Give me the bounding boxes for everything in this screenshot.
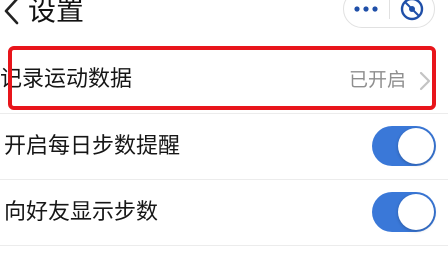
close-mini-program-button[interactable] <box>390 0 434 27</box>
settings-row-record-sport-data[interactable]: 记录运动数据 已开启 <box>0 48 448 112</box>
daily-step-reminder-toggle[interactable] <box>372 126 436 166</box>
navigation-bar: 设置 <box>0 0 448 40</box>
row-divider <box>0 113 448 114</box>
chevron-left-icon <box>4 0 19 25</box>
toggle-knob <box>398 194 434 230</box>
record-sport-data-label: 记录运动数据 <box>0 67 133 92</box>
mini-program-capsule <box>343 0 435 28</box>
more-dots-icon <box>354 6 378 12</box>
settings-row-daily-step-reminder: 开启每日步数提醒 <box>0 115 448 179</box>
page-title: 设置 <box>28 0 85 27</box>
more-button[interactable] <box>344 0 388 27</box>
row-divider <box>0 245 448 246</box>
record-sport-data-status: 已开启 <box>348 69 406 91</box>
toggle-knob <box>398 128 434 164</box>
daily-step-reminder-label: 开启每日步数提醒 <box>4 134 181 159</box>
close-target-icon <box>400 0 424 21</box>
show-steps-to-friends-toggle[interactable] <box>372 192 436 232</box>
settings-row-show-steps-to-friends: 向好友显示步数 <box>0 181 448 245</box>
row-divider <box>0 179 448 180</box>
chevron-right-icon <box>419 71 431 91</box>
back-button[interactable] <box>0 0 26 28</box>
show-steps-to-friends-label: 向好友显示步数 <box>4 200 159 225</box>
